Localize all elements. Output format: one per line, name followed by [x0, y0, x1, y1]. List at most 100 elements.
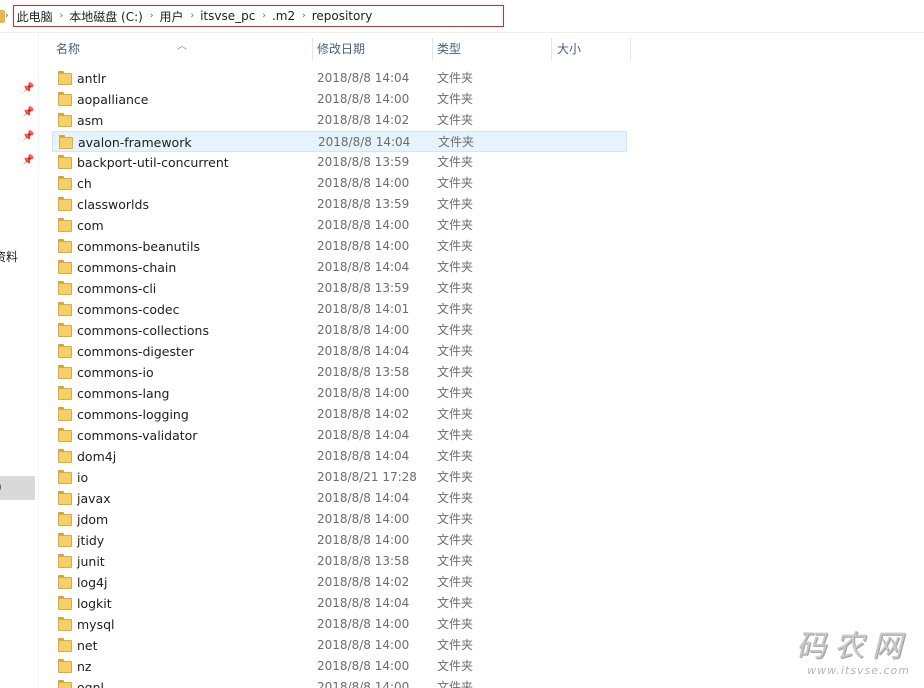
column-header-date[interactable]: 修改日期	[311, 34, 431, 64]
nav-item-documents[interactable]: 资料	[0, 248, 18, 265]
pin-icon[interactable]: 📌	[22, 131, 34, 143]
file-row[interactable]: net 2018/8/8 14:00 文件夹	[52, 635, 627, 656]
breadcrumb-item[interactable]: repository	[312, 9, 373, 23]
file-name: classworlds	[77, 197, 149, 212]
folder-icon	[58, 281, 72, 295]
pin-icon[interactable]: 📌	[22, 107, 34, 119]
file-type: 文件夹	[437, 71, 474, 85]
file-name: javax	[77, 491, 111, 506]
file-name: avalon-framework	[78, 135, 192, 150]
file-type: 文件夹	[437, 554, 474, 568]
file-row[interactable]: backport-util-concurrent 2018/8/8 13:59 文件…	[52, 152, 627, 173]
file-modified-date: 2018/8/8 14:04	[317, 260, 410, 274]
file-row[interactable]: nz 2018/8/8 14:00 文件夹	[52, 656, 627, 677]
file-row[interactable]: mysql 2018/8/8 14:00 文件夹	[52, 614, 627, 635]
file-modified-date: 2018/8/8 14:00	[317, 92, 410, 106]
folder-icon	[59, 135, 73, 149]
file-row[interactable]: ch 2018/8/8 14:00 文件夹	[52, 173, 627, 194]
file-name: ognl	[77, 680, 104, 688]
column-header-type[interactable]: 类型	[431, 34, 551, 64]
file-row[interactable]: ognl 2018/8/8 14:00 文件夹	[52, 677, 627, 688]
folder-icon	[58, 596, 72, 610]
chevron-right-icon[interactable]: ›	[302, 11, 306, 21]
file-row[interactable]: commons-validator 2018/8/8 14:04 文件夹	[52, 425, 627, 446]
file-modified-date: 2018/8/8 13:59	[317, 155, 410, 169]
breadcrumb-item[interactable]: 用户	[159, 8, 183, 25]
file-modified-date: 2018/8/8 13:58	[317, 365, 410, 379]
file-type: 文件夹	[437, 470, 474, 484]
breadcrumb-item[interactable]: 此电脑	[17, 8, 53, 25]
file-row[interactable]: com 2018/8/8 14:00 文件夹	[52, 215, 627, 236]
file-row[interactable]: jtidy 2018/8/8 14:00 文件夹	[52, 530, 627, 551]
file-row[interactable]: aopalliance 2018/8/8 14:00 文件夹	[52, 89, 627, 110]
breadcrumb-item[interactable]: .m2	[272, 9, 295, 23]
sort-ascending-icon: ︿	[177, 41, 187, 52]
file-modified-date: 2018/8/21 17:28	[317, 470, 417, 484]
file-type: 文件夹	[437, 260, 474, 274]
file-row[interactable]: commons-cli 2018/8/8 13:59 文件夹	[52, 278, 627, 299]
folder-icon	[58, 113, 72, 127]
folder-icon	[58, 638, 72, 652]
file-name: net	[77, 638, 98, 653]
file-row[interactable]: classworlds 2018/8/8 13:59 文件夹	[52, 194, 627, 215]
file-type: 文件夹	[437, 239, 474, 253]
file-name: log4j	[77, 575, 108, 590]
file-explorer-window: › 此电脑 › 本地磁盘 (C:) › 用户 › itsvse_pc › .m2 › reposito…	[0, 0, 924, 688]
file-row[interactable]: jdom 2018/8/8 14:00 文件夹	[52, 509, 627, 530]
folder-icon	[58, 386, 72, 400]
file-row[interactable]: junit 2018/8/8 13:58 文件夹	[52, 551, 627, 572]
file-name: asm	[77, 113, 104, 128]
file-row[interactable]: commons-collections 2018/8/8 14:00 文件夹	[52, 320, 627, 341]
column-header-name[interactable]: 名称 ︿	[50, 34, 312, 64]
chevron-right-icon[interactable]: ›	[262, 11, 266, 21]
file-name: logkit	[77, 596, 112, 611]
file-row[interactable]: logkit 2018/8/8 14:04 文件夹	[52, 593, 627, 614]
file-modified-date: 2018/8/8 14:04	[317, 491, 410, 505]
pin-icon[interactable]: 📌	[22, 83, 34, 95]
breadcrumb-item[interactable]: itsvse_pc	[200, 9, 255, 23]
folder-icon	[58, 449, 72, 463]
file-row[interactable]: commons-codec 2018/8/8 14:01 文件夹	[52, 299, 627, 320]
nav-item-selected[interactable]: )	[0, 476, 35, 500]
file-row[interactable]: avalon-framework 2018/8/8 14:04 文件夹	[52, 131, 627, 152]
file-row[interactable]: javax 2018/8/8 14:04 文件夹	[52, 488, 627, 509]
file-type: 文件夹	[437, 218, 474, 232]
file-row[interactable]: antlr 2018/8/8 14:04 文件夹	[52, 68, 627, 89]
file-row[interactable]: dom4j 2018/8/8 14:04 文件夹	[52, 446, 627, 467]
breadcrumb[interactable]: › 此电脑 › 本地磁盘 (C:) › 用户 › itsvse_pc › .m2 › reposito…	[5, 5, 504, 27]
file-modified-date: 2018/8/8 14:04	[317, 344, 410, 358]
pin-icon[interactable]: 📌	[22, 155, 34, 167]
file-row[interactable]: commons-beanutils 2018/8/8 14:00 文件夹	[52, 236, 627, 257]
breadcrumb-item[interactable]: 本地磁盘 (C:)	[69, 8, 143, 25]
column-divider[interactable]	[630, 38, 631, 60]
file-modified-date: 2018/8/8 14:01	[317, 302, 410, 316]
file-row[interactable]: commons-io 2018/8/8 13:58 文件夹	[52, 362, 627, 383]
chevron-right-icon[interactable]: ›	[5, 11, 9, 21]
folder-icon	[58, 659, 72, 673]
file-name: dom4j	[77, 449, 117, 464]
file-row[interactable]: commons-digester 2018/8/8 14:04 文件夹	[52, 341, 627, 362]
address-bar[interactable]: › 此电脑 › 本地磁盘 (C:) › 用户 › itsvse_pc › .m2 › reposito…	[0, 0, 924, 33]
folder-icon	[58, 533, 72, 547]
file-type: 文件夹	[437, 281, 474, 295]
chevron-right-icon[interactable]: ›	[60, 11, 64, 21]
file-modified-date: 2018/8/8 14:00	[317, 386, 410, 400]
column-header-size-label: 大小	[557, 42, 582, 56]
column-header-size[interactable]: 大小	[551, 34, 631, 64]
chevron-right-icon[interactable]: ›	[150, 11, 154, 21]
file-type: 文件夹	[437, 344, 474, 358]
file-type: 文件夹	[437, 302, 474, 316]
file-row[interactable]: commons-chain 2018/8/8 14:04 文件夹	[52, 257, 627, 278]
file-modified-date: 2018/8/8 14:00	[317, 512, 410, 526]
file-row[interactable]: io 2018/8/21 17:28 文件夹	[52, 467, 627, 488]
file-name: commons-chain	[77, 260, 177, 275]
file-modified-date: 2018/8/8 14:00	[317, 239, 410, 253]
file-row[interactable]: log4j 2018/8/8 14:02 文件夹	[52, 572, 627, 593]
file-row[interactable]: asm 2018/8/8 14:02 文件夹	[52, 110, 627, 131]
file-row[interactable]: commons-logging 2018/8/8 14:02 文件夹	[52, 404, 627, 425]
file-name: jtidy	[77, 533, 105, 548]
watermark-logo: 码农网	[796, 629, 910, 664]
column-header-type-label: 类型	[437, 42, 462, 56]
file-row[interactable]: commons-lang 2018/8/8 14:00 文件夹	[52, 383, 627, 404]
chevron-right-icon[interactable]: ›	[190, 11, 194, 21]
